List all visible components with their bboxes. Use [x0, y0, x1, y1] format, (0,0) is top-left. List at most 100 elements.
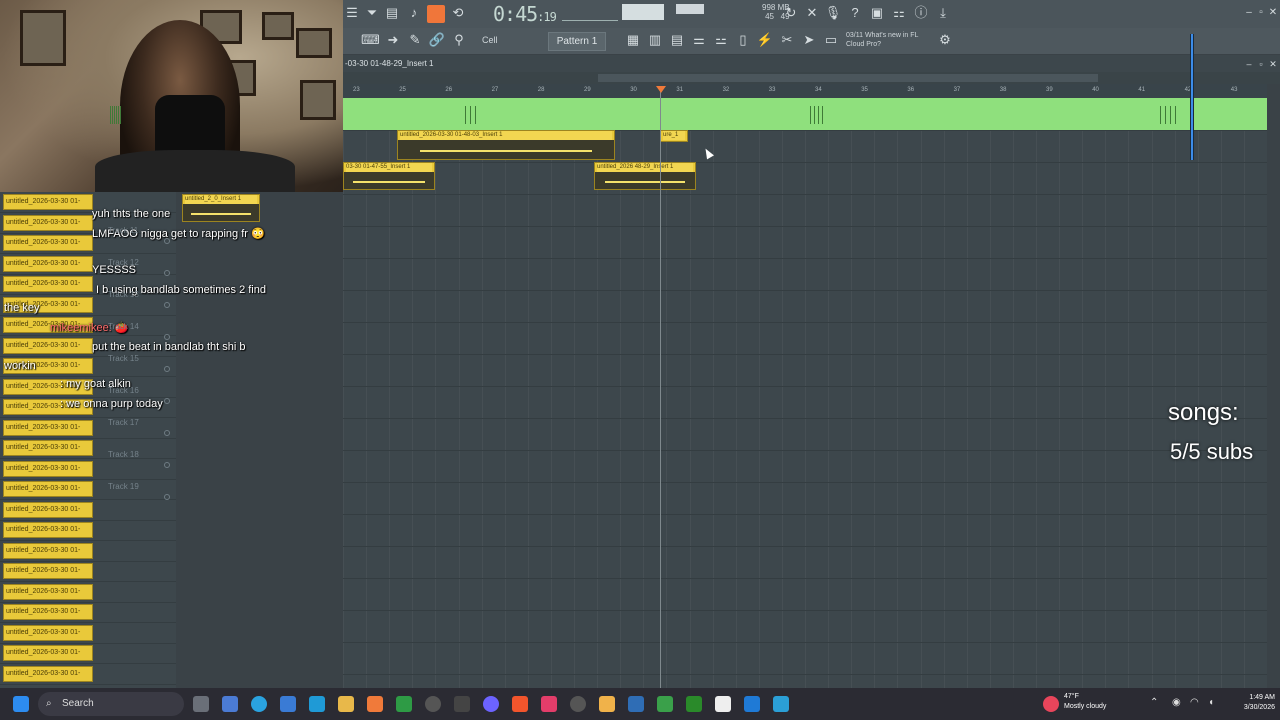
track-led-icon[interactable] — [164, 270, 170, 276]
track-led-icon[interactable] — [164, 462, 170, 468]
track-clip[interactable]: untitled_2026-03-30 01- — [3, 645, 93, 661]
track-header[interactable]: untitled_2026-03-30 01- — [0, 623, 176, 644]
time-marker[interactable] — [1190, 34, 1194, 160]
track-header[interactable]: untitled_2026-03-30 01- — [0, 254, 176, 275]
track-clip[interactable]: untitled_2026-03-30 01- — [3, 665, 93, 682]
track-header[interactable]: untitled_2026-03-30 01- — [0, 418, 176, 439]
track-clip[interactable]: untitled_2026-03-30 01- — [3, 542, 93, 559]
track-led-icon[interactable] — [164, 398, 170, 404]
tiktok-icon[interactable] — [541, 696, 557, 712]
audio-clip[interactable]: 03-30 01-47-55_Insert 1 — [343, 162, 435, 190]
playlist-close-icon[interactable]: ✕ — [1264, 55, 1280, 73]
plugin-picker-icon[interactable]: ➤ — [800, 31, 818, 49]
app-icon[interactable] — [744, 696, 760, 712]
track-clip[interactable]: untitled_2026-03-30 01- — [3, 337, 93, 354]
track-clip[interactable]: untitled_2026-03-30 01- — [3, 460, 93, 477]
track-clip[interactable]: untitled_2026-03-30 01- — [3, 214, 93, 231]
track-header[interactable]: untitled_2026-03-30 01- — [0, 479, 176, 500]
track-header[interactable]: untitled_2026-03-30 01- — [0, 582, 176, 603]
song-mode-icon[interactable]: ♪ — [405, 4, 423, 22]
playhead-marker[interactable] — [656, 86, 666, 93]
track-clip[interactable]: untitled_2026-03-30 01- — [3, 501, 93, 518]
track-clip[interactable]: untitled_2026-03-30 01- — [3, 419, 93, 436]
playlist-view-icon[interactable]: ⚌ — [690, 31, 708, 49]
track-header[interactable]: untitled_2026-03-30 01- — [0, 541, 176, 562]
tools-icon[interactable]: ✂ — [778, 31, 796, 49]
nvidia-icon[interactable] — [686, 696, 702, 712]
audio-clip[interactable]: ure_1 — [660, 130, 688, 142]
xbox-icon[interactable] — [396, 696, 412, 712]
copilot-icon[interactable] — [222, 696, 238, 712]
app-icon[interactable] — [454, 696, 470, 712]
menu-icon[interactable]: ☰ — [343, 4, 361, 22]
mixer-icon[interactable]: ⚏ — [890, 4, 908, 22]
pencil-icon[interactable]: ✎ — [406, 31, 424, 49]
channel-rack-icon[interactable]: ▥ — [646, 31, 664, 49]
brave-icon[interactable] — [512, 696, 528, 712]
link-icon[interactable]: 🔗 — [428, 31, 446, 49]
weather-icon[interactable] — [1043, 696, 1059, 712]
track-led-icon[interactable] — [164, 494, 170, 500]
track-clip[interactable]: untitled_2026-03-30 01- — [3, 194, 93, 210]
mic-icon[interactable]: 🎙 — [824, 4, 842, 22]
clipboard-icon[interactable]: ▯ — [734, 31, 752, 49]
track-led-icon[interactable] — [164, 366, 170, 372]
window-close-icon[interactable]: ✕ — [1264, 4, 1280, 22]
tempo-icon[interactable]: ⏷ — [363, 4, 381, 22]
audio-clip[interactable]: untitled_2_0_Insert 1 — [182, 194, 260, 222]
track-header[interactable]: untitled_2026-03-30 01- — [0, 643, 176, 664]
audio-clip[interactable]: untitled_2026 48-29_Insert 1 — [594, 162, 696, 190]
track-clip[interactable]: untitled_2026-03-30 01- — [3, 563, 93, 579]
record-button[interactable] — [427, 5, 445, 23]
volume-icon[interactable]: ◖ — [1208, 697, 1214, 708]
track-clip[interactable]: untitled_2026-03-30 01- — [3, 583, 93, 600]
pattern-mode-icon[interactable]: ▤ — [383, 4, 401, 22]
settings-icon[interactable]: ⚙ — [936, 31, 954, 49]
stamp-icon[interactable]: ⚲ — [450, 31, 468, 49]
discord-icon[interactable] — [483, 696, 499, 712]
taskbar-search[interactable]: ⌕ Search — [38, 692, 184, 716]
app-icon[interactable] — [280, 696, 296, 712]
task-view-icon[interactable] — [193, 696, 209, 712]
arrow-right-icon[interactable]: ➜ — [384, 31, 402, 49]
audio-clip[interactable]: untitled_2026-03-30 01-48-03_Insert 1 — [397, 130, 615, 160]
piano-roll-icon[interactable]: ▤ — [668, 31, 686, 49]
track-clip[interactable]: untitled_2026-03-30 01- — [3, 276, 93, 292]
news-icon[interactable]: ▭ — [822, 31, 840, 49]
track-clip[interactable]: untitled_2026-03-30 01- — [3, 522, 93, 538]
browser-icon[interactable]: ⚍ — [712, 31, 730, 49]
windows-start-icon[interactable] — [13, 696, 29, 712]
track-header[interactable]: untitled_2026-03-30 01- — [0, 520, 176, 541]
wifi-icon[interactable]: ◠ — [1190, 697, 1199, 708]
track-led-icon[interactable] — [164, 430, 170, 436]
refresh-icon[interactable]: ↻ — [782, 4, 800, 22]
whats-new-notice[interactable]: 03/11 What's new in FL Cloud Pro? — [846, 31, 926, 49]
piano-icon[interactable]: ⌨ — [361, 31, 380, 49]
close-tool-icon[interactable]: ✕ — [803, 4, 821, 22]
plugin-icon[interactable]: ⚡ — [756, 31, 774, 49]
track-led-icon[interactable] — [164, 334, 170, 340]
track-header[interactable]: untitled_2026-03-30 01- — [0, 561, 176, 582]
track-clip[interactable]: untitled_2026-03-30 01- — [3, 235, 93, 251]
track-clip[interactable]: untitled_2026-03-30 01- — [3, 255, 93, 272]
track-header[interactable]: untitled_2026-03-30 01- — [0, 500, 176, 521]
help-icon[interactable]: ? — [846, 4, 864, 22]
notepad-icon[interactable] — [715, 696, 731, 712]
track-clip[interactable]: untitled_2026-03-30 01- — [3, 440, 93, 456]
steam-icon[interactable] — [773, 696, 789, 712]
playlist-scrollbar[interactable] — [343, 72, 1280, 84]
track-led-icon[interactable] — [164, 302, 170, 308]
pattern-select[interactable]: Pattern 1 — [548, 32, 606, 51]
app-icon[interactable] — [425, 696, 441, 712]
store-icon[interactable] — [309, 696, 325, 712]
track-header[interactable]: untitled_2026-03-30 01- — [0, 438, 176, 459]
loop-icon[interactable]: ⟲ — [449, 4, 467, 22]
weather-widget[interactable]: 47°F Mostly cloudy — [1064, 692, 1106, 712]
tray-chevron-icon[interactable]: ⌃ — [1150, 697, 1158, 708]
audio-clip-main[interactable] — [110, 98, 1267, 130]
track-header[interactable]: untitled_2026-03-30 01- — [0, 602, 176, 623]
snap-select[interactable]: Cell — [482, 32, 537, 49]
track-header[interactable]: untitled_2026-03-30 01- — [0, 459, 176, 480]
fl-studio-icon[interactable] — [599, 696, 615, 712]
timeline-ruler[interactable]: 23 25 26 27 28 29 30 31 32 33 34 35 36 37 38 39 40 41 42 43 — [343, 84, 1267, 98]
